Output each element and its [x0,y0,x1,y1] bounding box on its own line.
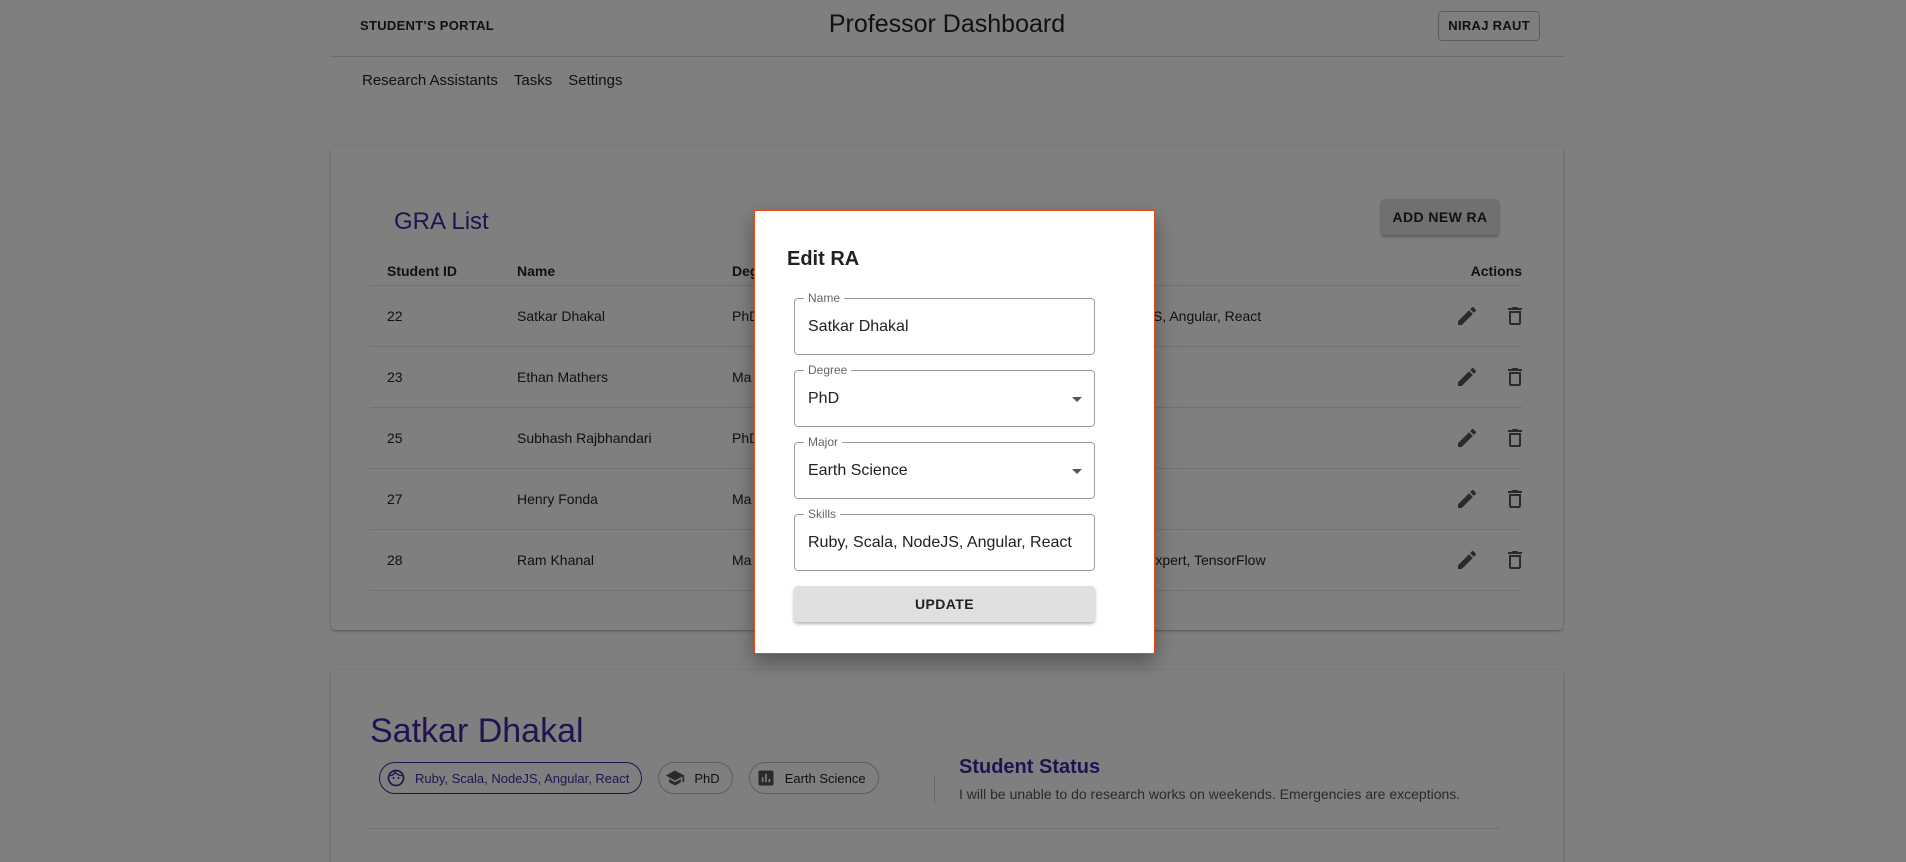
degree-select-value[interactable]: PhD [808,390,839,408]
degree-select[interactable]: Degree PhD [794,363,1095,427]
major-select-value[interactable]: Earth Science [808,462,908,480]
update-button[interactable]: UPDATE [794,586,1095,622]
name-input[interactable]: Satkar Dhakal [808,318,909,336]
skills-field-label: Skills [804,507,841,521]
skills-input[interactable]: Ruby, Scala, NodeJS, Angular, React [808,534,1072,552]
major-select-label: Major [804,435,843,449]
major-select[interactable]: Major Earth Science [794,435,1095,499]
dialog-title: Edit RA [787,248,860,270]
name-field[interactable]: Name Satkar Dhakal [794,291,1095,355]
dropdown-arrow-icon[interactable] [1072,469,1082,474]
name-field-label: Name [804,291,845,305]
degree-select-label: Degree [804,363,852,377]
skills-field[interactable]: Skills Ruby, Scala, NodeJS, Angular, Rea… [794,507,1095,571]
dropdown-arrow-icon[interactable] [1072,397,1082,402]
edit-ra-dialog: Edit RA Name Satkar Dhakal Degree PhD Ma… [754,210,1155,654]
